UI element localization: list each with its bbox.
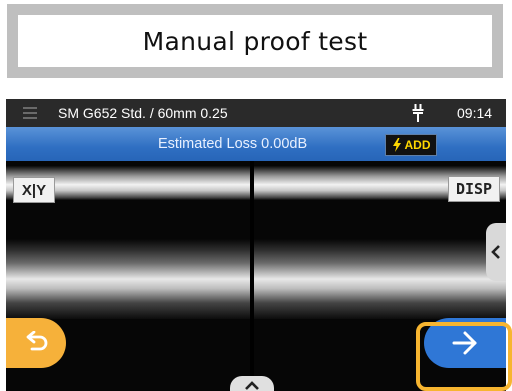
splice-center-line bbox=[250, 161, 254, 391]
fiber-type-label: SM G652 Std. / 60mm 0.25 bbox=[58, 105, 228, 121]
bottom-panel-tab[interactable] bbox=[230, 376, 274, 391]
page-title: Manual proof test bbox=[18, 15, 492, 67]
add-button-label: ADD bbox=[404, 138, 431, 152]
clock: 09:14 bbox=[457, 105, 493, 121]
chevron-left-icon bbox=[491, 245, 500, 259]
back-button[interactable] bbox=[6, 318, 66, 368]
estimated-loss-bar: Estimated Loss 0.00dB ADD bbox=[6, 127, 506, 161]
add-button[interactable]: ADD bbox=[385, 134, 437, 156]
chevron-up-icon bbox=[245, 381, 259, 390]
lightning-icon bbox=[392, 138, 401, 152]
status-bar: SM G652 Std. / 60mm 0.25 09:14 bbox=[6, 99, 506, 127]
return-arrow-icon bbox=[26, 331, 48, 351]
fiber-top-image bbox=[6, 166, 506, 200]
xy-view-button[interactable]: X|Y bbox=[13, 177, 55, 203]
plug-icon bbox=[412, 104, 424, 122]
next-button-highlight bbox=[416, 322, 512, 391]
title-frame: Manual proof test bbox=[7, 4, 503, 78]
fiber-bottom-image bbox=[6, 239, 506, 319]
side-panel-tab[interactable] bbox=[486, 223, 506, 281]
hamburger-menu-icon[interactable] bbox=[12, 103, 48, 123]
display-button[interactable]: DISP bbox=[448, 176, 500, 202]
estimated-loss-text: Estimated Loss 0.00dB bbox=[158, 136, 308, 152]
